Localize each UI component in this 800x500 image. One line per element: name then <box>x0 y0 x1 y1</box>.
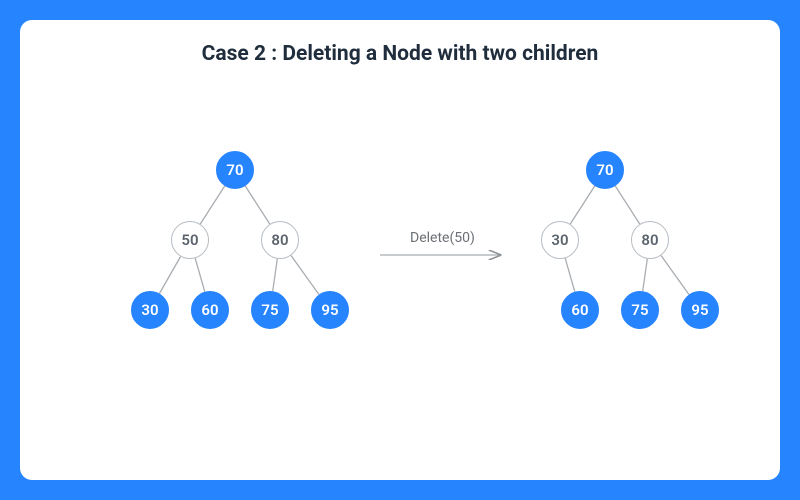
diagram-card: Case 2 : Deleting a Node with two childr… <box>20 20 780 480</box>
before-node-70: 70 <box>216 151 254 189</box>
tree-edge <box>200 186 224 224</box>
diagram-title: Case 2 : Deleting a Node with two childr… <box>20 20 780 66</box>
diagram-stage: 70508030607595703080607595 Delete(50) <box>20 80 780 480</box>
after-node-75: 75 <box>621 291 659 329</box>
tree-edge <box>570 186 594 224</box>
before-node-50: 50 <box>171 221 209 259</box>
after-node-30: 30 <box>541 221 579 259</box>
tree-edge <box>615 186 639 224</box>
tree-edge <box>195 258 205 291</box>
before-node-60: 60 <box>191 291 229 329</box>
tree-edge <box>661 255 689 294</box>
tree-edge <box>291 255 319 294</box>
before-node-75: 75 <box>251 291 289 329</box>
tree-edge <box>565 258 575 291</box>
edges-layer <box>20 80 780 480</box>
after-node-80: 80 <box>631 221 669 259</box>
before-node-95: 95 <box>311 291 349 329</box>
before-node-80: 80 <box>261 221 299 259</box>
before-node-30: 30 <box>131 291 169 329</box>
after-node-70: 70 <box>586 151 624 189</box>
tree-edge <box>245 186 269 224</box>
after-node-95: 95 <box>681 291 719 329</box>
operation-label: Delete(50) <box>410 230 475 246</box>
tree-edge <box>159 256 180 293</box>
tree-edge <box>273 259 278 291</box>
tree-edge <box>643 259 648 291</box>
after-node-60: 60 <box>561 291 599 329</box>
